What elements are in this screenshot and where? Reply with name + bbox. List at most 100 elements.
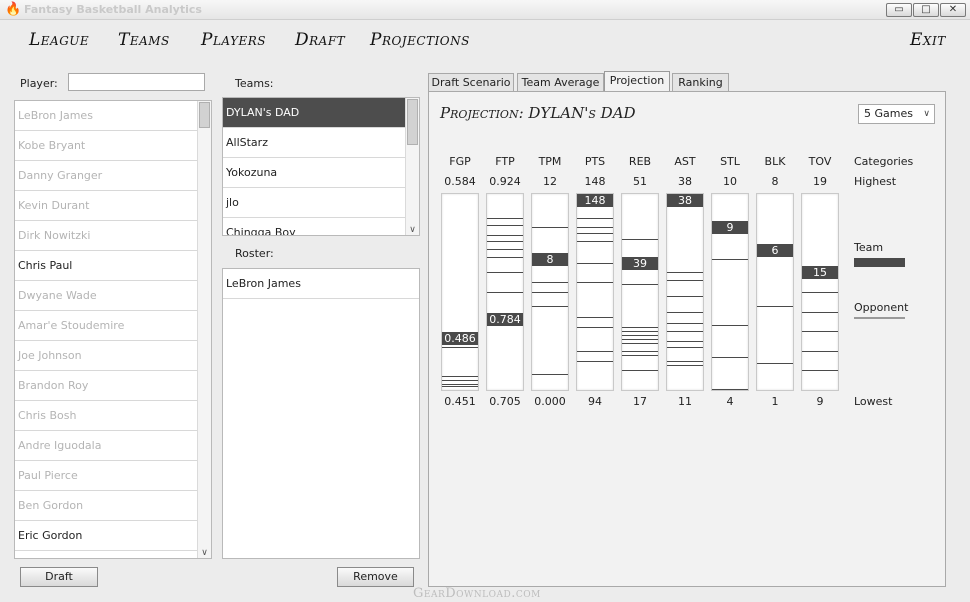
opponent-line [712, 357, 748, 358]
stat-bar: 6 [756, 193, 794, 391]
category-label: PTS [584, 155, 606, 168]
highest-value: 51 [633, 175, 647, 188]
opponent-line [622, 351, 658, 352]
opponent-line [622, 355, 658, 356]
player-row[interactable]: Chris Paul [15, 251, 197, 281]
player-row[interactable]: LeBron James [15, 101, 197, 131]
lowest-label: Lowest [854, 395, 893, 408]
stat-bar: 0.784 [486, 193, 524, 391]
player-row[interactable]: Brandon Roy [15, 371, 197, 401]
team-row[interactable]: Chingga Boy [223, 218, 405, 235]
minimize-icon: ▭ [894, 4, 904, 15]
player-row[interactable]: Kobe Bryant [15, 131, 197, 161]
opponent-line [487, 272, 523, 273]
highest-label: Highest [854, 175, 897, 188]
player-row[interactable]: Andre Iguodala [15, 431, 197, 461]
roster-list[interactable]: LeBron James [222, 268, 420, 559]
scroll-down-icon[interactable]: ∨ [198, 548, 211, 558]
opponent-line [487, 235, 523, 236]
player-row[interactable]: Kevin Durant [15, 191, 197, 221]
tab-team-average[interactable]: Team Average [517, 73, 604, 92]
players-list[interactable]: Eric Gordon Ben Gordon Paul Pierce Andre Ig… [14, 100, 212, 559]
scroll-down-icon[interactable]: ∨ [406, 225, 419, 235]
category-label: FGP [449, 155, 471, 168]
maximize-button[interactable]: □ [913, 3, 939, 17]
opponent-line [442, 386, 478, 387]
menu-league[interactable]: League [29, 30, 89, 50]
menu-players[interactable]: Players [201, 30, 266, 50]
category-label: TOV [808, 155, 832, 168]
team-row[interactable]: Yokozuna [223, 158, 405, 188]
team-row[interactable]: AllStarz [223, 128, 405, 158]
opponent-line [577, 241, 613, 242]
player-row[interactable]: Dirk Nowitzki [15, 221, 197, 251]
player-row[interactable]: Eric Gordon [15, 521, 197, 551]
draft-button[interactable]: Draft [20, 567, 98, 587]
flame-app-icon: 🔥 [5, 2, 22, 17]
players-scrollbar[interactable]: ∨ [197, 101, 211, 558]
stat-bar: 0.486 [441, 193, 479, 391]
opponent-line [442, 376, 478, 377]
highest-value: 0.924 [489, 175, 521, 188]
opponent-line [622, 327, 658, 328]
team-value-badge: 38 [667, 194, 703, 207]
opponent-line [487, 249, 523, 250]
team-row[interactable]: jlo [223, 188, 405, 218]
player-row[interactable]: Amar'e Stoudemire [15, 311, 197, 341]
team-value-badge: 0.784 [487, 313, 523, 326]
players-scroll-thumb[interactable] [199, 102, 210, 128]
player-row[interactable]: Dwyane Wade [15, 281, 197, 311]
opponent-line [667, 280, 703, 281]
maximize-icon: □ [921, 4, 931, 15]
menu-exit[interactable]: Exit [910, 30, 946, 50]
category-label: FTP [495, 155, 515, 168]
categories-label: Categories [854, 155, 914, 168]
tab-projection[interactable]: Projection [604, 71, 670, 93]
player-row[interactable]: Danny Granger [15, 161, 197, 191]
teams-list[interactable]: Chingga Boy jlo Yokozuna AllStarz DYLAN's DA… [222, 97, 420, 236]
opponent-line [532, 306, 568, 307]
opponent-line [577, 351, 613, 352]
opponent-line [622, 339, 658, 340]
opponent-line [802, 292, 838, 293]
player-row[interactable]: Paul Pierce [15, 461, 197, 491]
player-row[interactable]: Chris Bosh [15, 401, 197, 431]
window-title: Fantasy Basketball Analytics [24, 3, 202, 16]
remove-button[interactable]: Remove [337, 567, 414, 587]
title-bar: 🔥 Fantasy Basketball Analytics ▭ □ ✕ [0, 0, 970, 20]
teams-scroll-thumb[interactable] [407, 99, 418, 145]
team-value-badge: 8 [532, 253, 568, 266]
opponent-line [712, 325, 748, 326]
menu-teams[interactable]: Teams [118, 30, 170, 50]
opponent-line [577, 282, 613, 283]
teams-scrollbar[interactable]: ∨ [405, 98, 419, 235]
highest-value: 148 [584, 175, 606, 188]
menu-projections[interactable]: Projections [370, 30, 470, 50]
opponent-line [577, 218, 613, 219]
opponent-line [577, 327, 613, 328]
roster-row[interactable]: LeBron James [223, 269, 419, 299]
opponent-line [802, 312, 838, 313]
opponent-line [622, 343, 658, 344]
opponent-line [487, 218, 523, 219]
minimize-button[interactable]: ▭ [886, 3, 912, 17]
category-label: BLK [764, 155, 786, 168]
player-search-input[interactable] [68, 73, 205, 91]
menu-draft[interactable]: Draft [295, 30, 345, 50]
player-row[interactable]: Joe Johnson [15, 341, 197, 371]
opponent-line [622, 335, 658, 336]
team-row[interactable]: DYLAN's DAD [223, 98, 405, 128]
projection-title: Projection: DYLAN's DAD [440, 104, 636, 122]
opponent-line [667, 272, 703, 273]
highest-value: 10 [723, 175, 737, 188]
team-value-badge: 6 [757, 244, 793, 257]
games-select[interactable]: 5 Games ∨ [858, 104, 935, 124]
highest-value: 12 [543, 175, 557, 188]
opponent-line [577, 263, 613, 264]
close-button[interactable]: ✕ [940, 3, 966, 17]
tab-draft-scenario[interactable]: Draft Scenario [428, 73, 514, 92]
opponent-line [532, 292, 568, 293]
player-row[interactable]: Ben Gordon [15, 491, 197, 521]
tab-ranking[interactable]: Ranking [672, 73, 729, 92]
opponent-line [667, 347, 703, 348]
